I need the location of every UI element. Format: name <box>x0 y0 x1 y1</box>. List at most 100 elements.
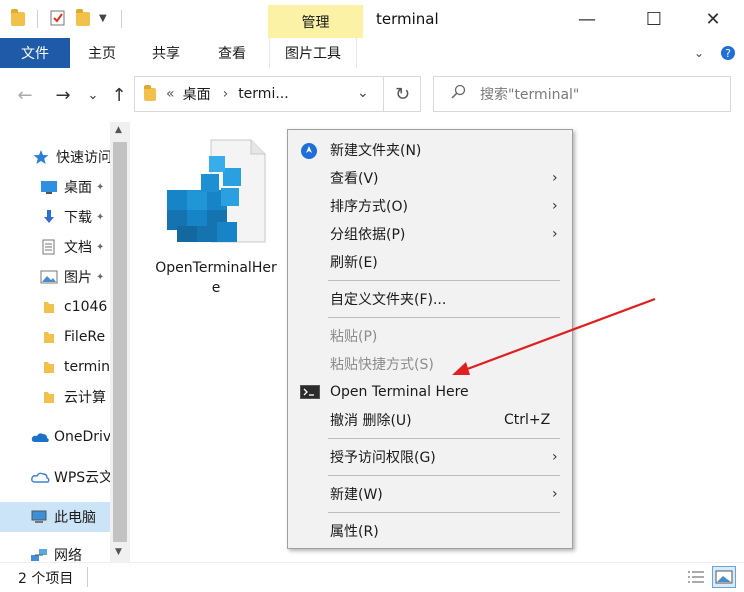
pin-icon: ✦ <box>96 211 105 223</box>
up-button[interactable]: ↑ <box>108 82 130 108</box>
sidebar-item-label: 网络 <box>54 548 82 562</box>
help-icon[interactable]: ? <box>720 38 736 68</box>
search-input[interactable]: 搜索"terminal" <box>433 76 731 112</box>
tab-share[interactable]: 共享 <box>152 38 180 68</box>
tab-manage[interactable]: 管理 <box>268 5 363 38</box>
desktop-icon <box>40 179 58 195</box>
sidebar-item[interactable]: WPS云文 <box>0 462 110 492</box>
sidebar-item[interactable]: termin <box>0 352 110 382</box>
submenu-arrow-icon: › <box>552 486 558 502</box>
menu-item-new-folder[interactable]: 新建文件夹(N) <box>290 136 570 164</box>
navigation-pane: 快速访问 桌面 ✦ 下载 ✦ 文档 ✦ 图片 ✦ c1046 FileRe termin 云计算 OneD… <box>0 122 130 562</box>
menu-item-sort[interactable]: 排序方式(O) › <box>290 192 570 220</box>
close-button[interactable]: ✕ <box>690 0 736 38</box>
search-icon <box>450 84 466 104</box>
new-folder-icon[interactable] <box>76 9 90 26</box>
scroll-up-icon[interactable]: ▲ <box>115 125 122 135</box>
menu-item-open-terminal-here[interactable]: Open Terminal Here <box>290 378 570 406</box>
star-icon <box>32 149 50 165</box>
menu-item-view[interactable]: 查看(V) › <box>290 164 570 192</box>
refresh-button[interactable]: ↻ <box>383 76 421 112</box>
title-bar: ▼ 管理 terminal — ☐ ✕ <box>0 0 744 38</box>
sidebar-item-label: 文档 <box>64 240 92 256</box>
sidebar-item[interactable]: 快速访问 <box>0 142 110 172</box>
breadcrumb-overflow[interactable]: « <box>166 86 175 102</box>
large-icons-view-icon[interactable] <box>712 566 736 588</box>
sidebar-item[interactable]: 云计算 <box>0 382 110 412</box>
details-view-icon[interactable] <box>686 568 706 590</box>
tab-file[interactable]: 文件 <box>0 38 70 68</box>
menu-label: 新建(W) <box>330 487 383 503</box>
menu-label: 属性(R) <box>330 524 379 540</box>
breadcrumb-terminal[interactable]: termi... <box>238 86 289 102</box>
menu-item-group[interactable]: 分组依据(P) › <box>290 220 570 248</box>
menu-separator <box>328 280 560 281</box>
tab-home[interactable]: 主页 <box>88 38 116 68</box>
sidebar-item[interactable]: FileRe <box>0 322 110 352</box>
submenu-arrow-icon: › <box>552 198 558 214</box>
ribbon-expand-icon[interactable]: ⌄ <box>694 38 704 68</box>
pin-icon: ✦ <box>96 181 105 193</box>
breadcrumb-separator[interactable]: › <box>223 86 229 102</box>
maximize-button[interactable]: ☐ <box>631 0 677 38</box>
onedrive-icon <box>30 429 49 445</box>
menu-item-properties[interactable]: 属性(R) <box>290 517 570 545</box>
address-dropdown-icon[interactable]: ⌄ <box>357 85 369 101</box>
sidebar-item-label: 快速访问 <box>56 150 110 166</box>
window-title: terminal <box>376 10 439 28</box>
network-icon <box>30 547 48 562</box>
menu-label: 撤消 删除(U) <box>330 413 412 429</box>
scroll-down-icon[interactable]: ▼ <box>115 547 122 557</box>
menu-item-customize-folder[interactable]: 自定义文件夹(F)... <box>290 285 570 313</box>
tab-view[interactable]: 查看 <box>218 38 246 68</box>
back-button[interactable]: ← <box>14 82 36 108</box>
pin-icon: ✦ <box>96 241 105 253</box>
recent-locations-button[interactable]: ⌄ <box>86 82 100 108</box>
sidebar-item[interactable]: 网络 <box>0 540 110 562</box>
menu-item-give-access[interactable]: 授予访问权限(G) › <box>290 443 570 471</box>
folder-icon <box>40 359 58 375</box>
sidebar-item[interactable]: 文档 ✦ <box>0 232 110 262</box>
sidebar-item[interactable]: 下载 ✦ <box>0 202 110 232</box>
sidebar-item[interactable]: 图片 ✦ <box>0 262 110 292</box>
menu-label: 自定义文件夹(F)... <box>330 292 447 308</box>
download-icon <box>40 209 58 225</box>
menu-separator <box>328 438 560 439</box>
forward-button[interactable]: → <box>52 82 74 108</box>
menu-label: 粘贴(P) <box>330 329 378 345</box>
sidebar-item-label: FileRe <box>64 329 106 345</box>
file-item[interactable]: OpenTerminalHere <box>154 138 278 298</box>
sidebar-item[interactable]: c1046 <box>0 292 110 322</box>
menu-item-refresh[interactable]: 刷新(E) <box>290 248 570 276</box>
menu-label: 刷新(E) <box>330 255 378 271</box>
context-menu: 新建文件夹(N) 查看(V) › 排序方式(O) › 分组依据(P) › 刷新(… <box>287 129 573 549</box>
tab-picture-tools[interactable]: 图片工具 <box>269 38 357 68</box>
scroll-thumb[interactable] <box>113 142 127 542</box>
menu-item-new[interactable]: 新建(W) › <box>290 480 570 508</box>
nav-scrollbar[interactable]: ▲ ▼ <box>110 122 130 562</box>
menu-label: 授予访问权限(G) <box>330 450 436 466</box>
chevron-down-icon[interactable]: ▼ <box>99 13 115 29</box>
pin-quick-access-icon <box>300 142 318 159</box>
folder-icon <box>40 299 58 315</box>
menu-separator <box>328 512 560 513</box>
cloud-icon <box>30 469 50 485</box>
menu-separator <box>328 475 560 476</box>
sidebar-item[interactable]: 桌面 ✦ <box>0 172 110 202</box>
menu-label: 排序方式(O) <box>330 199 408 215</box>
minimize-button[interactable]: — <box>564 0 610 38</box>
breadcrumb-desktop[interactable]: 桌面 <box>183 84 211 104</box>
folder-icon <box>40 329 58 345</box>
divider <box>37 10 38 28</box>
pin-icon: ✦ <box>96 271 105 283</box>
file-name: OpenTerminalHere <box>155 260 277 296</box>
search-placeholder: 搜索"terminal" <box>480 87 580 103</box>
properties-icon[interactable] <box>50 10 66 26</box>
menu-item-paste-shortcut: 粘贴快捷方式(S) <box>290 350 570 378</box>
address-bar[interactable]: « 桌面 › termi... ⌄ <box>134 76 421 112</box>
menu-item-undo-delete[interactable]: 撤消 删除(U) Ctrl+Z <box>290 406 570 434</box>
sidebar-item[interactable]: OneDriv <box>0 422 110 452</box>
sidebar-item-label: OneDriv <box>54 429 110 445</box>
sidebar-item[interactable]: 此电脑 <box>0 502 110 532</box>
computer-icon <box>30 509 48 525</box>
